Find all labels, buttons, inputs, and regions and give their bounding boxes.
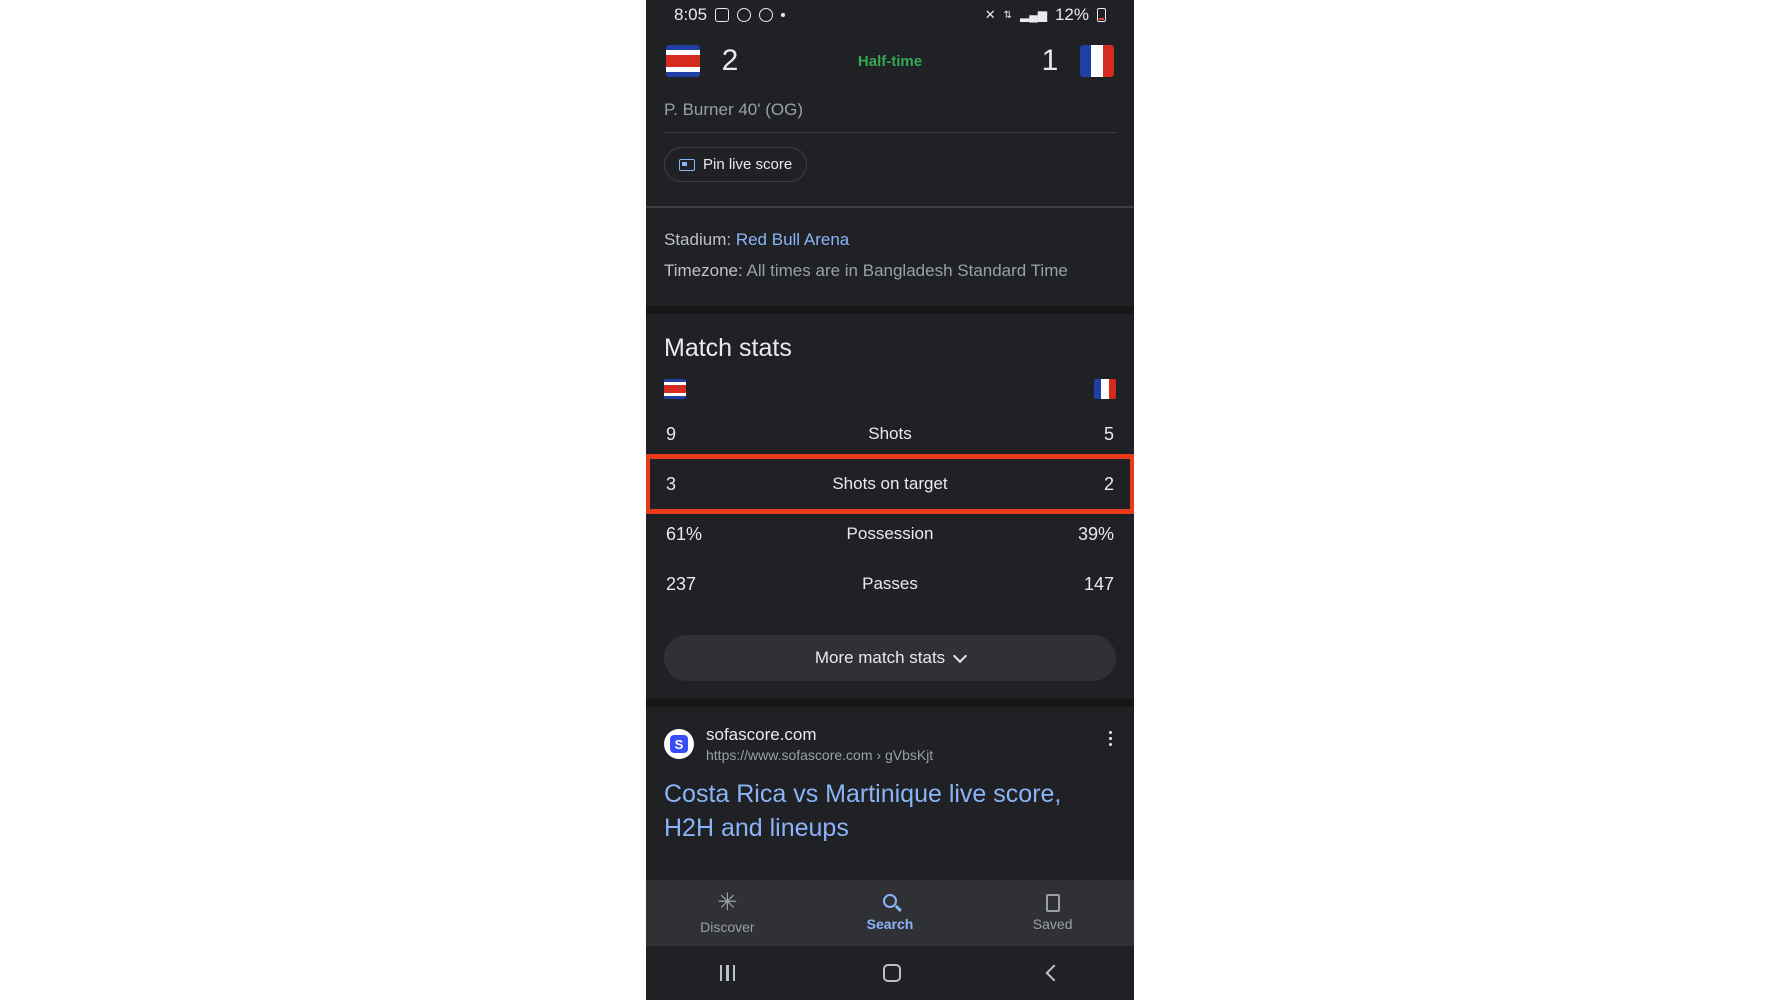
home-stat-value: 3 — [666, 473, 677, 494]
stat-label: Shots — [868, 424, 912, 443]
result-site-name[interactable]: sofascore.com — [706, 725, 933, 745]
phone-screen: 8:05 ✕ ⇅ ▂▄▆ 12% 2 Half-time 1 P. Burner… — [646, 0, 1134, 1000]
stat-row-shots-on-target: 3 Shots on target 2 — [646, 454, 1134, 514]
stat-label: Shots on target — [832, 474, 948, 493]
stat-row-shots: 9 Shots 5 — [664, 409, 1116, 459]
status-bar: 8:05 ✕ ⇅ ▂▄▆ 12% — [646, 0, 1134, 30]
more-match-stats-button[interactable]: More match stats — [664, 635, 1116, 681]
section-separator — [646, 699, 1134, 707]
stat-row-possession: 61% Possession 39% — [664, 509, 1116, 559]
stat-label: Passes — [862, 574, 918, 593]
recent-apps-button[interactable] — [719, 965, 736, 981]
away-stat-value: 147 — [1083, 573, 1114, 594]
sync-icon — [737, 8, 752, 22]
timezone-label: Timezone: — [664, 261, 743, 280]
search-result: S sofascore.com https://www.sofascore.co… — [646, 707, 1134, 863]
nav-discover-label: Discover — [700, 919, 755, 935]
more-options-icon[interactable] — [1109, 731, 1112, 746]
nav-discover[interactable]: ✳ Discover — [667, 889, 787, 936]
home-stat-value: 61% — [666, 523, 703, 544]
search-icon — [882, 894, 897, 908]
match-stats-title: Match stats — [664, 334, 792, 362]
system-navigation-bar — [646, 946, 1134, 1000]
stat-row-passes: 237 Passes 147 — [664, 559, 1116, 609]
more-notifications-dot-icon — [781, 13, 786, 17]
stadium-link[interactable]: Red Bull Arena — [736, 230, 849, 249]
match-status: Half-time — [857, 52, 923, 70]
score-header[interactable]: 2 Half-time 1 — [646, 30, 1134, 92]
home-stat-value: 237 — [666, 573, 697, 594]
home-score: 2 — [721, 44, 739, 77]
nav-search-label: Search — [866, 916, 914, 932]
goal-scorer: P. Burner 40' (OG) — [664, 100, 803, 119]
match-info: Stadium: Red Bull Arena Timezone: All ti… — [646, 208, 1134, 306]
stat-label: Possession — [846, 524, 934, 543]
france-flag-icon — [1094, 379, 1116, 399]
battery-icon — [1097, 8, 1106, 22]
signal-icon: ▂▄▆ — [1020, 8, 1047, 22]
pin-live-score-label: Pin live score — [703, 156, 793, 173]
clock: 8:05 — [674, 5, 708, 24]
bookmark-icon — [1045, 894, 1060, 912]
timezone-value: All times are in Bangladesh Standard Tim… — [746, 261, 1068, 280]
discover-icon: ✳ — [717, 889, 738, 916]
main-content: P. Burner 40' (OG) Pin live score Stadiu… — [646, 92, 1134, 863]
nav-saved-label: Saved — [1032, 916, 1073, 932]
pin-live-score-button[interactable]: Pin live score — [664, 147, 808, 182]
section-separator — [646, 306, 1134, 314]
more-match-stats-label: More match stats — [814, 648, 946, 667]
home-stat-value: 9 — [666, 423, 677, 444]
result-url[interactable]: https://www.sofascore.com › gVbsKjt — [706, 747, 933, 763]
away-score: 1 — [1041, 44, 1059, 77]
costa-rica-flag-icon — [664, 379, 686, 399]
stadium-label: Stadium: — [664, 230, 732, 249]
gallery-icon — [715, 8, 730, 22]
app-notification-icon — [759, 8, 774, 22]
lte-icon: ⇅ — [1003, 9, 1012, 21]
away-stat-value: 2 — [1103, 473, 1114, 494]
mute-icon: ✕ — [984, 7, 996, 22]
away-stat-value: 5 — [1103, 423, 1114, 444]
bottom-navigation: ✳ Discover Search Saved — [646, 880, 1134, 946]
home-button[interactable] — [882, 964, 901, 982]
costa-rica-flag-icon — [666, 45, 700, 77]
sofascore-favicon-icon: S — [664, 729, 694, 759]
match-stats-section: Match stats 9 Shots 5 3 Shots on target … — [646, 314, 1134, 699]
away-stat-value: 39% — [1077, 523, 1114, 544]
result-title-link[interactable]: Costa Rica vs Martinique live score, H2H… — [664, 777, 1116, 845]
battery-percent: 12% — [1054, 5, 1089, 24]
back-button[interactable] — [1045, 964, 1063, 982]
nav-search[interactable]: Search — [830, 894, 950, 932]
france-flag-icon — [1080, 45, 1114, 77]
chevron-down-icon — [953, 648, 968, 664]
picture-in-picture-icon — [679, 158, 695, 171]
nav-saved[interactable]: Saved — [993, 894, 1113, 932]
